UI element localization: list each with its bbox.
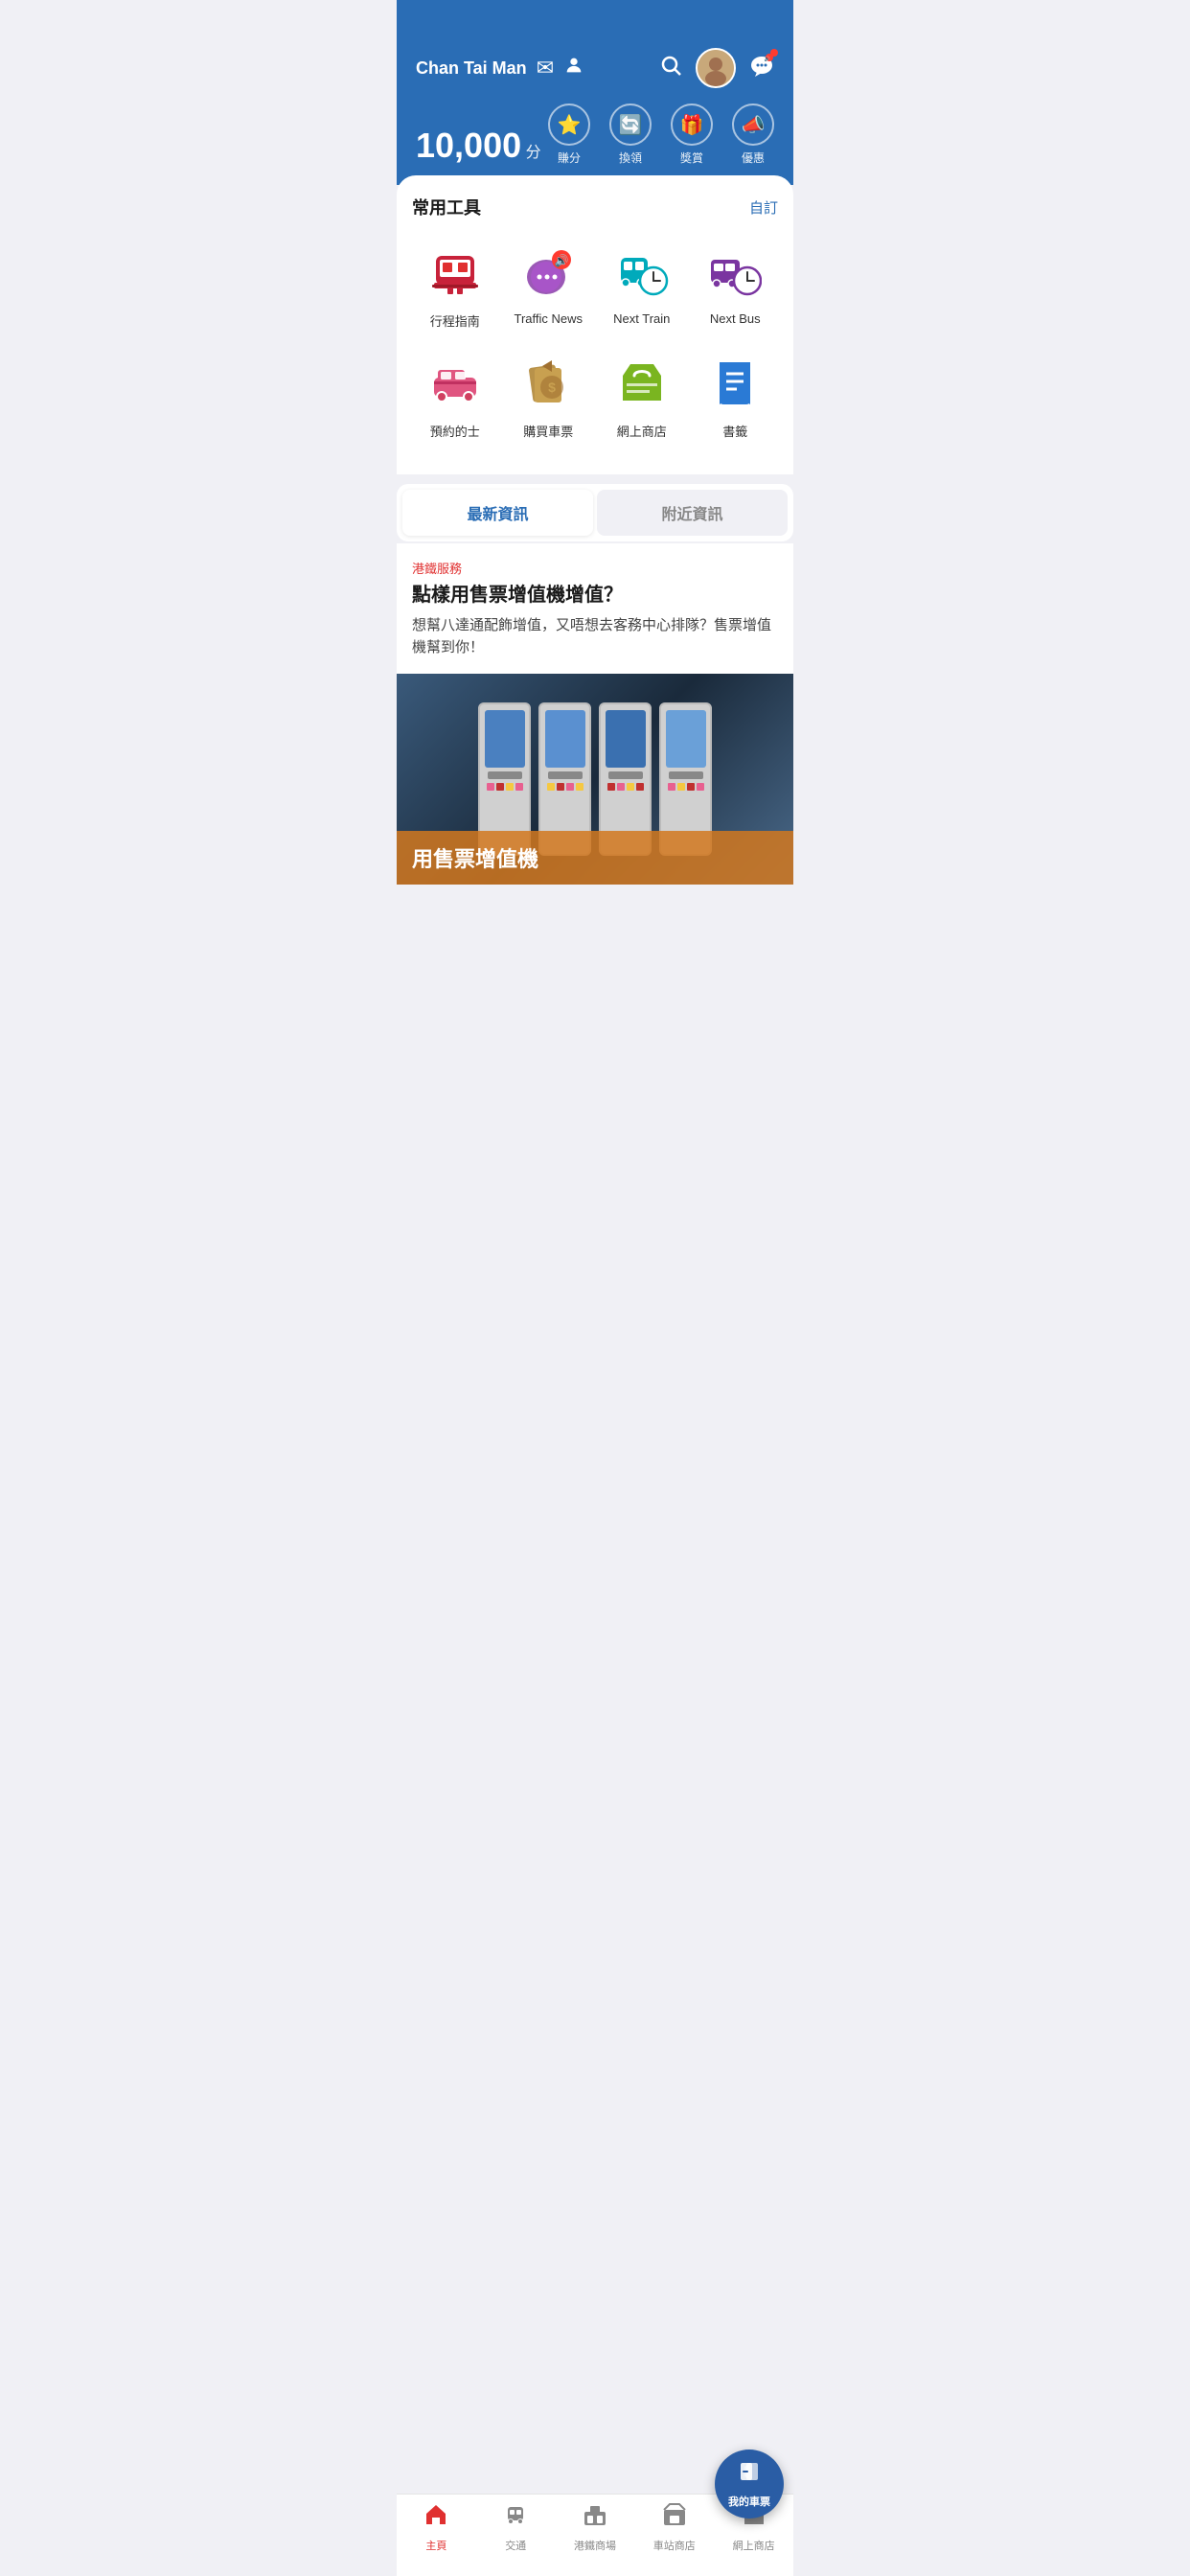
tools-section: 常用工具 自訂 行程指南 xyxy=(397,175,793,474)
header: Chan Tai Man ✉ xyxy=(397,0,793,185)
nav-home-label: 主頁 xyxy=(425,2538,446,2553)
mtr-mall-icon xyxy=(583,2502,607,2534)
tab-latest-news[interactable]: 最新資訊 xyxy=(402,490,593,536)
news-image[interactable]: 用售票增值機 xyxy=(397,674,793,885)
tools-grid-row1: 行程指南 🔊 Traffic News xyxy=(412,235,778,337)
tool-next-train[interactable]: Next Train xyxy=(599,235,685,337)
tool-next-bus[interactable]: Next Bus xyxy=(693,235,779,337)
journey-label: 行程指南 xyxy=(430,311,480,330)
header-actions: ⭐ 賺分 🔄 換領 🎁 獎賞 📣 優惠 xyxy=(548,104,774,166)
offers-icon: 📣 xyxy=(732,104,774,146)
tool-journey[interactable]: 行程指南 xyxy=(412,235,498,337)
points-value: 10,000 xyxy=(416,126,521,165)
tab-nearby-news[interactable]: 附近資訊 xyxy=(597,490,788,536)
next-bus-icon xyxy=(704,242,766,304)
bookmark-label: 書籤 xyxy=(722,422,747,440)
fab-label: 我的車票 xyxy=(728,2494,770,2509)
rewards-label: 獎賞 xyxy=(680,150,703,166)
nav-transport-label: 交通 xyxy=(505,2538,526,2553)
nav-mtr-mall[interactable]: 港鐵商場 xyxy=(556,2502,635,2553)
tool-bookmark[interactable]: 書籤 xyxy=(693,345,779,448)
fab-icon xyxy=(736,2459,763,2492)
news-description: 想幫八達通配飾增值，又唔想去客務中心排隊？售票增值機幫到你！ xyxy=(412,615,778,658)
news-image-text: 用售票增值機 xyxy=(412,847,538,871)
redeem-icon: 🔄 xyxy=(609,104,652,146)
redeem-btn[interactable]: 🔄 換領 xyxy=(609,104,652,166)
news-category: 港鐵服務 xyxy=(412,559,778,577)
shop-label: 網上商店 xyxy=(617,422,667,440)
news-title: 點樣用售票增值機增值？ xyxy=(412,583,778,608)
taxi-icon xyxy=(424,353,486,414)
avatar[interactable] xyxy=(696,48,736,88)
next-bus-label: Next Bus xyxy=(710,311,761,326)
traffic-label: Traffic News xyxy=(514,311,583,326)
points-display: 10,000 分 xyxy=(416,126,541,166)
next-train-icon xyxy=(611,242,673,304)
tools-header: 常用工具 自訂 xyxy=(412,195,778,219)
buy-ticket-label: 購買車票 xyxy=(523,422,573,440)
my-tickets-fab[interactable]: 我的車票 xyxy=(715,2450,784,2518)
shop-icon xyxy=(611,353,673,414)
station-shop-icon xyxy=(662,2502,687,2534)
news-content: 港鐵服務 點樣用售票增值機增值？ 想幫八達通配飾增值，又唔想去客務中心排隊？售票… xyxy=(397,543,793,674)
nav-station-shop[interactable]: 車站商店 xyxy=(634,2502,714,2553)
news-image-overlay: 用售票增值機 xyxy=(397,831,793,885)
username-label: Chan Tai Man xyxy=(416,58,527,79)
news-tabs: 最新資訊 附近資訊 xyxy=(397,484,793,541)
rewards-icon: 🎁 xyxy=(671,104,713,146)
tools-title: 常用工具 xyxy=(412,195,481,219)
transport-icon xyxy=(503,2502,528,2534)
points-unit: 分 xyxy=(526,145,541,161)
nav-station-shop-label: 車站商店 xyxy=(653,2538,696,2553)
tool-buy-ticket[interactable]: $ 購買車票 xyxy=(506,345,592,448)
offers-label: 優惠 xyxy=(742,150,765,166)
tool-shop[interactable]: 網上商店 xyxy=(599,345,685,448)
offers-btn[interactable]: 📣 優惠 xyxy=(732,104,774,166)
earn-icon: ⭐ xyxy=(548,104,590,146)
points-row: 10,000 分 ⭐ 賺分 🔄 換領 🎁 獎賞 📣 優惠 xyxy=(416,104,774,166)
svg-text:$: $ xyxy=(548,380,556,395)
rewards-btn[interactable]: 🎁 獎賞 xyxy=(671,104,713,166)
nav-mtr-mall-label: 港鐵商場 xyxy=(574,2538,616,2553)
home-icon xyxy=(423,2502,448,2534)
next-train-label: Next Train xyxy=(613,311,670,326)
customize-button[interactable]: 自訂 xyxy=(749,197,778,218)
header-right-icons: 🔊 xyxy=(659,48,774,88)
search-icon[interactable] xyxy=(659,54,682,82)
tools-grid-row2: 預約的士 $ 購買車票 xyxy=(412,345,778,448)
journey-icon xyxy=(424,242,486,304)
svg-text:🔊: 🔊 xyxy=(765,56,770,62)
header-user: Chan Tai Man ✉ xyxy=(416,55,584,81)
traffic-icon: 🔊 xyxy=(517,242,579,304)
bookmark-icon xyxy=(704,353,766,414)
svg-text:🔊: 🔊 xyxy=(555,253,569,267)
nav-home[interactable]: 主頁 xyxy=(397,2502,476,2553)
header-top: Chan Tai Man ✉ xyxy=(416,48,774,88)
nav-online-shop-label: 網上商店 xyxy=(733,2538,775,2553)
earn-label: 賺分 xyxy=(558,150,581,166)
chat-icon[interactable]: 🔊 xyxy=(749,53,774,83)
tool-traffic[interactable]: 🔊 Traffic News xyxy=(506,235,592,337)
taxi-label: 預約的士 xyxy=(430,422,480,440)
account-icon[interactable] xyxy=(563,55,584,81)
earn-points-btn[interactable]: ⭐ 賺分 xyxy=(548,104,590,166)
tool-taxi[interactable]: 預約的士 xyxy=(412,345,498,448)
message-icon[interactable]: ✉ xyxy=(537,56,554,80)
redeem-label: 換領 xyxy=(619,150,642,166)
nav-transport[interactable]: 交通 xyxy=(476,2502,556,2553)
buy-ticket-icon: $ xyxy=(517,353,579,414)
